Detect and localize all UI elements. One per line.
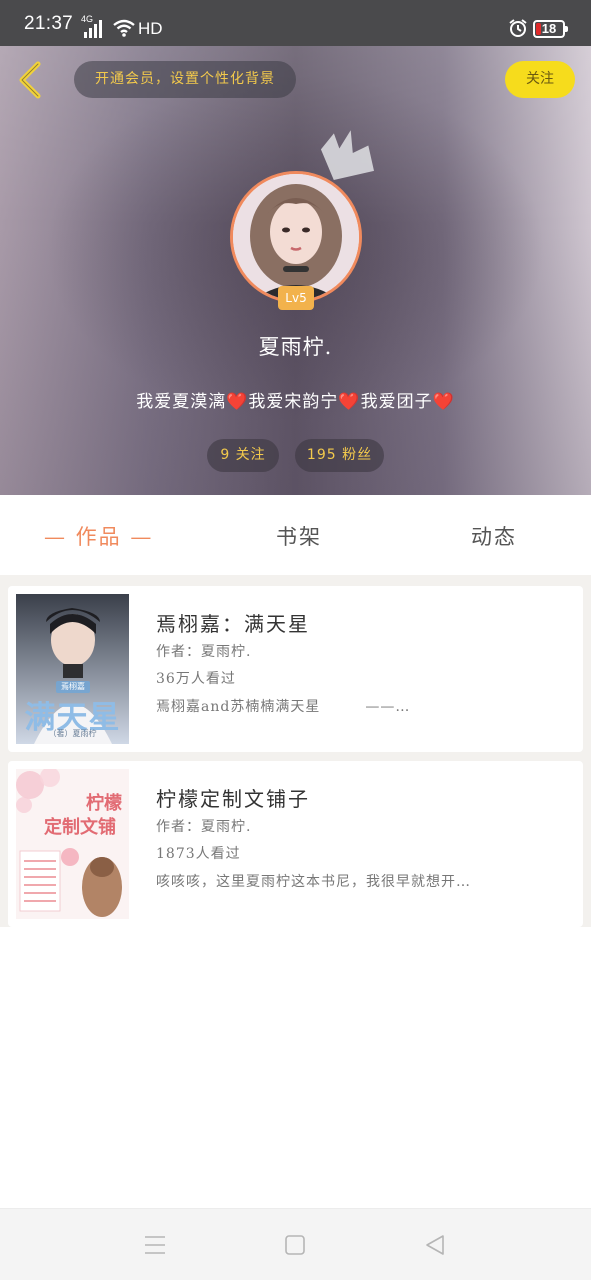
work-card[interactable]: 柠檬 定制文铺 柠檬定制文铺子 作者：夏雨柠. 1873人看过 咳咳咳，这里夏雨… — [8, 761, 583, 927]
signal-icon — [84, 20, 106, 38]
alarm-icon — [509, 19, 527, 37]
cover-author: （著）夏雨柠 — [48, 729, 97, 738]
home-square-icon[interactable] — [283, 1233, 307, 1257]
cover-title: 柠檬 — [86, 793, 122, 814]
work-title: 柠檬定制文铺子 — [156, 787, 310, 811]
work-author: 作者：夏雨柠. — [156, 819, 252, 835]
back-triangle-icon[interactable] — [423, 1233, 447, 1257]
status-bar: 21:37 4G HD 18 — [0, 0, 591, 46]
battery-icon: 18 — [533, 20, 568, 38]
hd-indicator: HD — [138, 19, 163, 38]
tab-bookshelf[interactable]: 书架 — [276, 521, 322, 551]
level-badge: Lv5 — [278, 286, 314, 310]
tab-activity[interactable]: 动态 — [471, 521, 517, 551]
heart-icon: ❤️ — [226, 392, 249, 412]
wifi-icon — [113, 19, 135, 37]
menu-icon[interactable] — [143, 1233, 167, 1257]
bio-text-2: 我爱宋韵宁 — [248, 392, 339, 412]
work-card[interactable]: 焉栩嘉 满天星 （著）夏雨柠 焉栩嘉：满天星 作者：夏雨柠. 36万人看过 焉栩… — [8, 586, 583, 752]
follow-button[interactable]: 关注 — [505, 61, 575, 98]
status-time: 21:37 — [24, 13, 74, 34]
user-bio: 我爱夏漠漓❤️我爱宋韵宁❤️我爱团子❤️ — [0, 387, 591, 412]
heart-icon: ❤️ — [338, 392, 361, 412]
system-nav-bar — [0, 1208, 591, 1280]
followers-count-button[interactable]: 195 粉丝 — [295, 439, 384, 472]
work-author: 作者：夏雨柠. — [156, 644, 252, 660]
work-views: 1873人看过 — [156, 846, 241, 862]
work-summary: 咳咳咳，这里夏雨柠这本书尼，我很早就想开… — [156, 874, 471, 890]
work-title: 焉栩嘉：满天星 — [156, 612, 310, 636]
profile-tabs: — 作品 — 书架 动态 — [0, 495, 591, 575]
user-nickname: 夏雨柠. — [258, 335, 333, 359]
book-cover: 焉栩嘉 满天星 （著）夏雨柠 — [16, 594, 129, 744]
following-count-button[interactable]: 9 关注 — [207, 439, 279, 472]
vip-background-button[interactable]: 开通会员，设置个性化背景 — [74, 61, 296, 98]
heart-icon: ❤️ — [432, 392, 455, 412]
battery-level: 18 — [541, 21, 557, 36]
cover-subtitle: 定制文铺 — [44, 817, 116, 838]
avatar[interactable] — [230, 171, 362, 303]
avatar-image — [233, 174, 359, 300]
bio-text-3: 我爱团子 — [360, 392, 433, 412]
book-cover: 柠檬 定制文铺 — [16, 769, 129, 919]
bio-text-1: 我爱夏漠漓 — [136, 392, 227, 412]
chevron-left-icon[interactable] — [14, 58, 46, 102]
work-views: 36万人看过 — [156, 671, 236, 687]
work-summary: 焉栩嘉and苏楠楠满天星 ——… — [156, 699, 411, 715]
profile-header: 开通会员，设置个性化背景 关注 Lv5 夏雨柠. 我爱夏漠漓❤️我爱宋韵宁❤️我… — [0, 46, 591, 495]
tab-works[interactable]: — 作品 — — [44, 521, 153, 551]
